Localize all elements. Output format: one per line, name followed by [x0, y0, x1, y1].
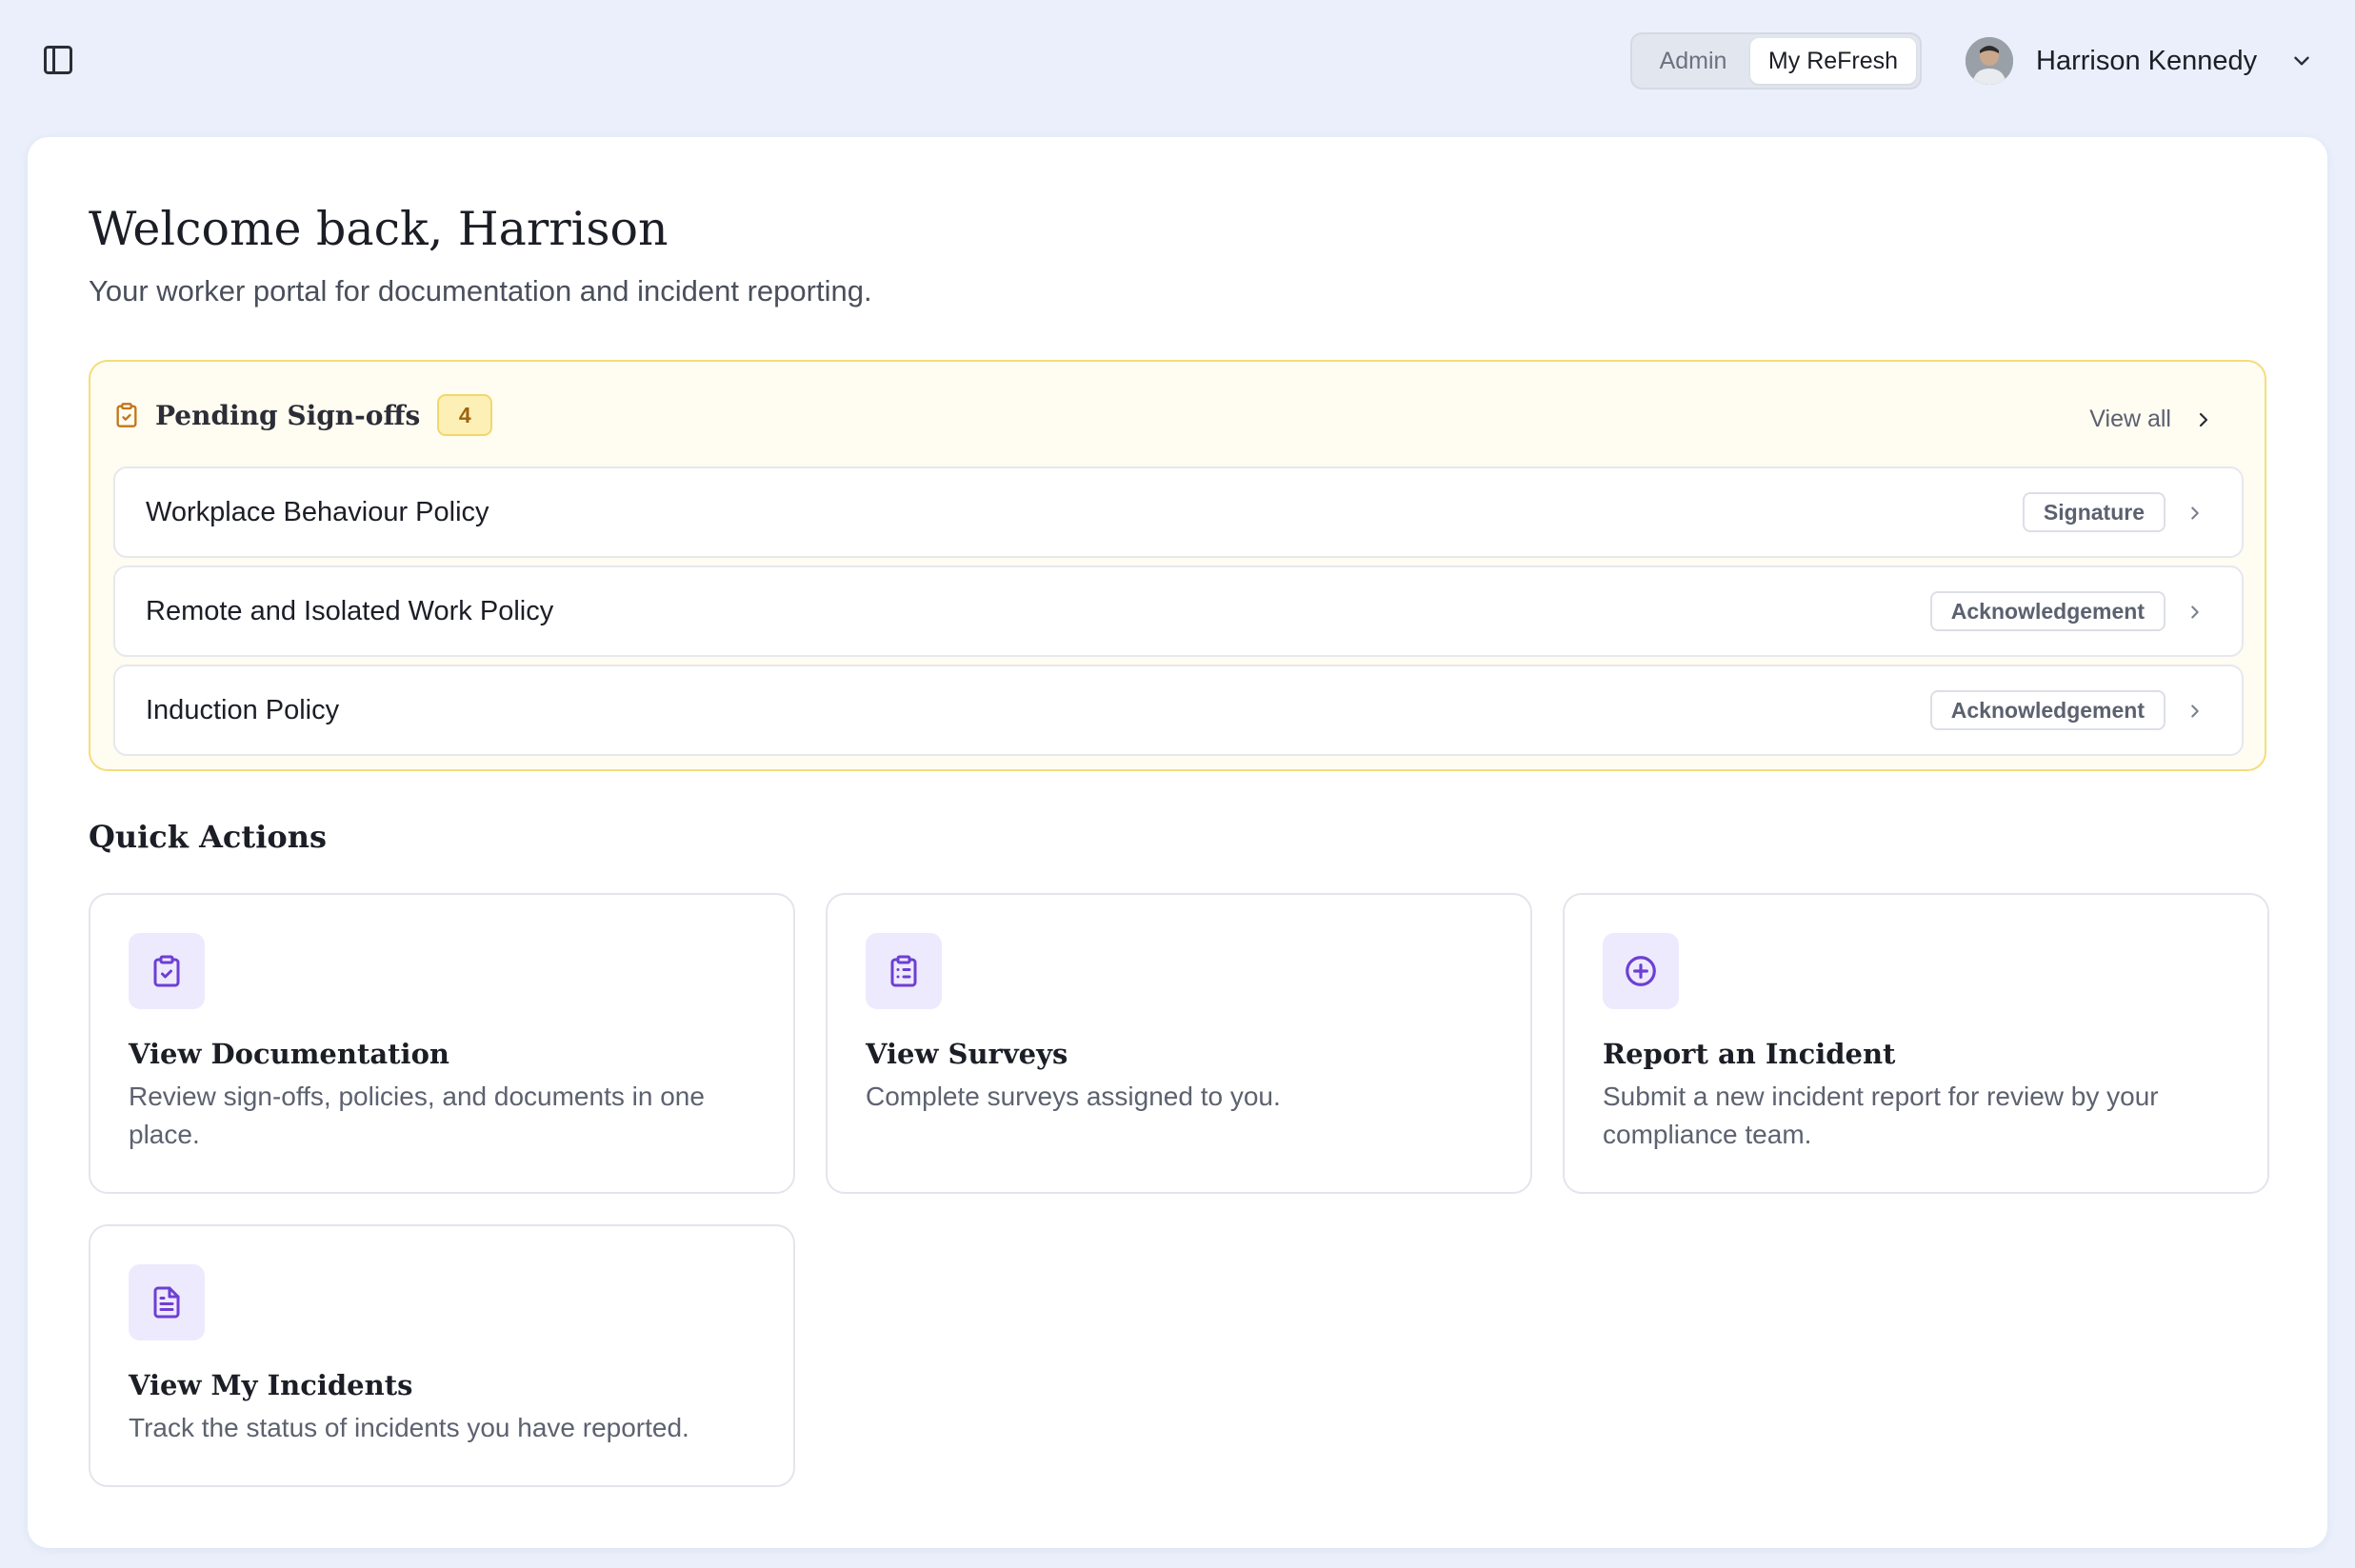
- signoff-type-badge: Acknowledgement: [1929, 690, 2165, 730]
- quick-action-view-documentation[interactable]: View Documentation Review sign-offs, pol…: [89, 893, 795, 1194]
- mode-tab-admin[interactable]: Admin: [1636, 38, 1750, 84]
- plus-circle-icon: [1603, 933, 1679, 1009]
- quick-action-title: View Surveys: [866, 1038, 1068, 1070]
- quick-action-report-incident[interactable]: Report an Incident Submit a new incident…: [1563, 893, 2269, 1194]
- sidebar-toggle-icon: [44, 46, 72, 74]
- mode-tab-my-refresh[interactable]: My ReFresh: [1750, 38, 1916, 84]
- signoff-item-workplace-behaviour[interactable]: Workplace Behaviour Policy Signature: [113, 466, 2244, 558]
- main-content: Welcome back, Harrison Your worker porta…: [28, 137, 2327, 1548]
- quick-action-title: View My Incidents: [129, 1369, 413, 1401]
- signoff-item-remote-isolated-work[interactable]: Remote and Isolated Work Policy Acknowle…: [113, 566, 2244, 657]
- signoff-item-title: Remote and Isolated Work Policy: [146, 595, 554, 626]
- signoff-item-induction[interactable]: Induction Policy Acknowledgement: [113, 665, 2244, 756]
- signoff-item-title: Workplace Behaviour Policy: [146, 496, 489, 527]
- quick-action-view-surveys[interactable]: View Surveys Complete surveys assigned t…: [826, 893, 1532, 1194]
- pending-count-badge: 4: [437, 394, 493, 436]
- quick-action-description: Track the status of incidents you have r…: [129, 1413, 689, 1442]
- quick-action-description: Complete surveys assigned to you.: [866, 1082, 1281, 1111]
- pending-signoffs-panel: Pending Sign-offs 4 View all Workplace B…: [89, 360, 2266, 771]
- chevron-right-icon: [2191, 605, 2199, 619]
- quick-action-description: Review sign-offs, policies, and document…: [129, 1082, 705, 1149]
- mode-switch: Admin My ReFresh: [1630, 32, 1922, 89]
- signoff-type-badge: Acknowledgement: [1929, 591, 2165, 631]
- clipboard-check-icon: [129, 933, 205, 1009]
- pending-signoffs-header: Pending Sign-offs 4: [113, 394, 493, 436]
- chevron-right-icon: [2191, 705, 2199, 718]
- page-subtitle: Your worker portal for documentation and…: [89, 274, 872, 308]
- user-name: Harrison Kennedy: [2036, 45, 2258, 76]
- chevron-down-icon: [2294, 56, 2309, 66]
- chevron-right-icon: [2191, 506, 2199, 520]
- chevron-right-icon: [2199, 412, 2208, 427]
- signoff-item-title: Induction Policy: [146, 694, 340, 725]
- user-menu[interactable]: Harrison Kennedy: [1966, 34, 2314, 88]
- file-text-icon: [129, 1264, 205, 1340]
- view-all-label: View all: [2089, 406, 2171, 432]
- sidebar-toggle-button[interactable]: [36, 38, 80, 82]
- signoff-type-badge: Signature: [2022, 492, 2165, 532]
- quick-actions-title: Quick Actions: [89, 819, 327, 855]
- quick-action-description: Submit a new incident report for review …: [1603, 1082, 2159, 1149]
- clipboard-check-icon: [116, 403, 137, 427]
- top-bar: Admin My ReFresh Harrison Kennedy: [0, 0, 2355, 133]
- pending-signoffs-title: Pending Sign-offs: [155, 399, 421, 431]
- clipboard-list-icon: [866, 933, 942, 1009]
- avatar: [1966, 37, 2013, 85]
- quick-action-title: View Documentation: [129, 1038, 449, 1070]
- view-all-link[interactable]: View all: [2089, 406, 2215, 433]
- quick-action-view-my-incidents[interactable]: View My Incidents Track the status of in…: [89, 1224, 795, 1487]
- quick-action-title: Report an Incident: [1603, 1038, 1896, 1070]
- page-title: Welcome back, Harrison: [89, 202, 669, 256]
